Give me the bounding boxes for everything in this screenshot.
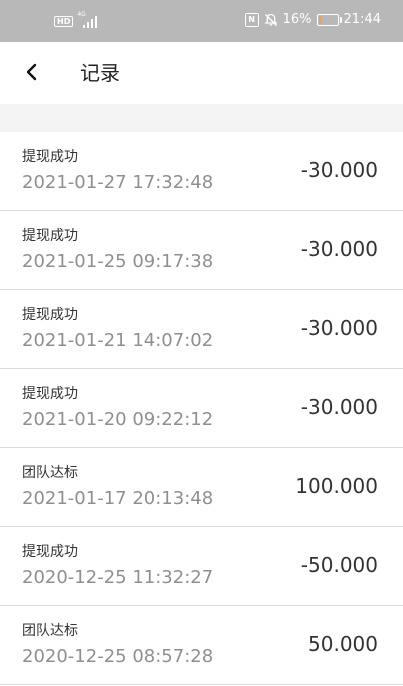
record-time: 2021-01-17 20:13:48	[22, 488, 214, 509]
nfc-icon: N	[244, 12, 259, 27]
record-amount: -30.000	[300, 395, 378, 419]
signal-bars-icon	[83, 16, 98, 28]
page-header: 记录	[0, 42, 403, 104]
record-type: 团队达标	[22, 623, 78, 639]
page-title: 记录	[80, 61, 120, 85]
record-amount: 50.000	[308, 632, 378, 656]
record-time: 2021-01-21 14:07:02	[22, 330, 214, 351]
status-right: N 16% 21:44	[244, 12, 381, 27]
record-time: 2021-01-25 09:17:38	[22, 251, 214, 272]
record-type: 团队达标	[22, 465, 78, 481]
record-row[interactable]: 提现成功 2021-01-21 14:07:02 -30.000	[0, 290, 403, 369]
chevron-left-icon	[26, 63, 37, 81]
battery-level-fill	[318, 15, 322, 24]
record-type: 提现成功	[22, 307, 78, 323]
record-type: 提现成功	[22, 228, 78, 244]
record-time: 2021-01-20 09:22:12	[22, 409, 214, 430]
record-list: 提现成功 2021-01-27 17:32:48 -30.000 提现成功 20…	[0, 132, 403, 685]
record-time: 2020-12-25 08:57:28	[22, 646, 214, 667]
mute-bell-icon	[264, 13, 278, 26]
record-amount: -30.000	[300, 316, 378, 340]
record-row[interactable]: 团队达标 2021-01-17 20:13:48 100.000	[0, 448, 403, 527]
record-row[interactable]: 提现成功 2020-12-25 11:32:27 -50.000	[0, 527, 403, 606]
record-row[interactable]: 提现成功 2021-01-20 09:22:12 -30.000	[0, 369, 403, 448]
hd-badge: HD	[54, 15, 74, 27]
record-type: 提现成功	[22, 544, 78, 560]
battery-percent: 16%	[282, 12, 312, 27]
battery-icon	[316, 13, 342, 26]
record-amount: 100.000	[295, 474, 378, 498]
record-time: 2021-01-27 17:32:48	[22, 172, 214, 193]
signal-icon: 4G	[77, 11, 99, 28]
record-amount: -50.000	[300, 553, 378, 577]
record-amount: -30.000	[300, 158, 378, 182]
record-row[interactable]: 提现成功 2021-01-25 09:17:38 -30.000	[0, 211, 403, 290]
back-button[interactable]	[20, 60, 44, 84]
record-type: 提现成功	[22, 149, 78, 165]
clock-time: 21:44	[343, 12, 381, 27]
record-row[interactable]: 团队达标 2020-12-25 08:57:28 50.000	[0, 606, 403, 685]
status-bar: HD 4G N 16% 21:44	[0, 0, 403, 42]
record-time: 2020-12-25 11:32:27	[22, 567, 214, 588]
record-amount: -30.000	[300, 237, 378, 261]
section-divider	[0, 104, 403, 132]
record-row[interactable]: 提现成功 2021-01-27 17:32:48 -30.000	[0, 132, 403, 211]
record-type: 提现成功	[22, 386, 78, 402]
status-left: HD 4G	[54, 11, 99, 28]
